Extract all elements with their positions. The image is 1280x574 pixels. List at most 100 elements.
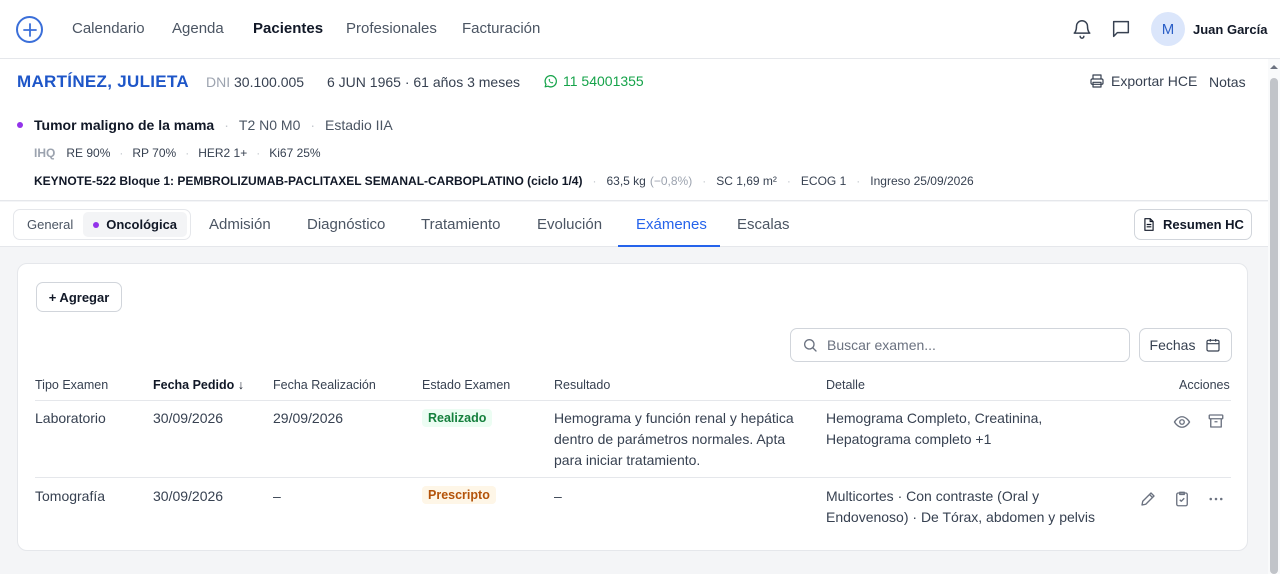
tab-examenes[interactable]: Exámenes [636,216,707,233]
cell-fecha-realizacion: 29/09/2026 [273,410,344,426]
detalle-line: Endovenoso) · De Tórax, abdomen y pelvis [826,509,1095,525]
cell-resultado: Hemograma y función renal y hepática den… [554,408,819,471]
column-fecha-pedido[interactable]: Fecha Pedido ↓ [153,378,244,392]
status-badge: Realizado [422,409,493,427]
diagnosis-name: Tumor maligno de la mama [34,117,215,133]
status-badge: Prescripto [422,486,496,504]
tab-admision[interactable]: Admisión [209,216,271,233]
detalle-line: Hemograma Completo, Creatinina, [826,410,1043,426]
ecog: ECOG 1 [800,174,847,188]
bell-icon[interactable] [1071,18,1093,40]
resumen-hc-button[interactable]: Resumen HC [1134,209,1252,240]
resultado-line: para iniciar tratamiento. [554,452,701,468]
weight-change: (−0,8%) [649,174,693,188]
segment-oncologica-label: Oncológica [106,217,178,232]
patient-dni: DNI 30.100.005 [206,74,304,90]
archive-icon[interactable] [1207,412,1225,430]
resultado-line: dentro de parámetros normales. Apta [554,431,786,447]
whatsapp-icon [544,74,557,87]
oncology-dot [17,122,23,128]
nav-calendario[interactable]: Calendario [72,20,145,37]
top-navigation: Calendario Agenda Pacientes Profesionale… [0,0,1280,59]
dates-filter-button[interactable]: Fechas [1139,328,1232,362]
resultado-line: – [554,488,562,504]
column-acciones: Acciones [1179,378,1230,392]
more-icon[interactable] [1207,490,1225,508]
calendar-icon [1206,339,1221,352]
chat-icon[interactable] [1110,18,1132,40]
ihq-ki67: Ki67 25% [269,146,321,160]
document-icon [1144,218,1154,231]
add-exam-button[interactable]: + Agregar [36,282,122,312]
scroll-up-arrow-icon[interactable] [1269,62,1279,72]
search-input[interactable] [827,337,1107,353]
cell-fecha-pedido: 30/09/2026 [153,488,224,504]
ihq-rp: RP 70% [132,146,177,160]
segment-oncologica[interactable]: Oncológica [83,212,188,237]
row-divider [35,477,1231,478]
column-detalle[interactable]: Detalle [826,378,865,392]
eye-icon[interactable] [1173,413,1191,431]
nav-profesionales[interactable]: Profesionales [346,20,437,37]
active-tab-indicator [618,245,720,247]
clipboard-check-icon[interactable] [1173,490,1191,508]
tab-escalas[interactable]: Escalas [737,216,790,233]
resultado-line: Hemograma y función renal y hepática [554,410,794,426]
column-tipo[interactable]: Tipo Examen [35,378,108,392]
dni-value: 30.100.005 [234,74,305,90]
patient-phone[interactable]: 11 54001355 [543,73,644,89]
column-fecha-realizacion[interactable]: Fecha Realización [273,378,376,392]
dates-label: Fechas [1149,337,1196,353]
diagnosis-row: Tumor maligno de la mama · T2 N0 M0 · Es… [17,117,393,133]
export-hce-button[interactable]: Exportar HCE [1089,73,1197,89]
notes-button[interactable]: Notas [1209,74,1246,90]
patient-name: MARTÍNEZ, JULIETA [17,72,189,91]
segment-general[interactable]: General [17,212,83,237]
ihq-her2: HER2 1+ [198,146,248,160]
nav-pacientes[interactable]: Pacientes [253,20,323,37]
body-surface: SC 1,69 m² [716,174,777,188]
avatar[interactable]: M [1151,12,1185,46]
resumen-label: Resumen HC [1163,217,1244,232]
user-name[interactable]: Juan García [1193,22,1267,37]
nav-facturacion[interactable]: Facturación [462,20,540,37]
tnm-stage: T2 N0 M0 [238,117,301,133]
cell-detalle: Hemograma Completo, Creatinina, Hepatogr… [826,408,1126,450]
oncology-dot [93,221,100,228]
cell-tipo: Laboratorio [35,410,106,426]
column-fecha-pedido-label: Fecha Pedido [153,378,235,392]
cell-tipo: Tomografía [35,488,106,504]
tab-tratamiento[interactable]: Tratamiento [421,216,500,233]
admission-date: Ingreso 25/09/2026 [870,174,974,188]
phone-number: 11 54001355 [563,73,644,89]
record-type-toggle: General Oncológica [13,209,192,240]
detalle-line: Multicortes · Con contraste (Oral y [826,488,1040,504]
export-label: Exportar HCE [1111,73,1198,89]
cell-detalle: Multicortes · Con contraste (Oral y Endo… [826,486,1126,528]
sort-arrow-icon: ↓ [237,378,245,392]
patient-dob-age: 6 JUN 1965 · 61 años 3 meses [327,74,520,90]
weight: 63,5 kg [606,174,646,188]
ihq-re: RE 90% [66,146,111,160]
printer-icon [1090,74,1104,88]
pencil-icon[interactable] [1139,490,1157,508]
scrollbar-thumb[interactable] [1270,78,1278,574]
clinical-stage: Estadio IIA [325,117,393,133]
exams-card: + Agregar Fechas Tipo Examen Fecha Pedid… [17,263,1248,551]
ihq-row: IHQ RE 90% · RP 70% · HER2 1+ · Ki67 25% [34,146,321,160]
ihq-label: IHQ [34,146,56,160]
column-estado[interactable]: Estado Examen [422,378,510,392]
patient-header: MARTÍNEZ, JULIETA DNI 30.100.005 6 JUN 1… [0,59,1268,201]
cell-fecha-realizacion: – [273,488,281,504]
dni-label: DNI [206,74,231,90]
cell-resultado: – [554,486,819,507]
nav-agenda[interactable]: Agenda [172,20,224,37]
tab-evolucion[interactable]: Evolución [537,216,602,233]
search-icon [804,339,817,352]
tab-diagnostico[interactable]: Diagnóstico [307,216,385,233]
new-item-button[interactable] [16,16,43,43]
exam-search [790,328,1130,362]
cell-fecha-pedido: 30/09/2026 [153,410,224,426]
column-resultado[interactable]: Resultado [554,378,610,392]
detalle-line: Hepatograma completo +1 [826,431,992,447]
